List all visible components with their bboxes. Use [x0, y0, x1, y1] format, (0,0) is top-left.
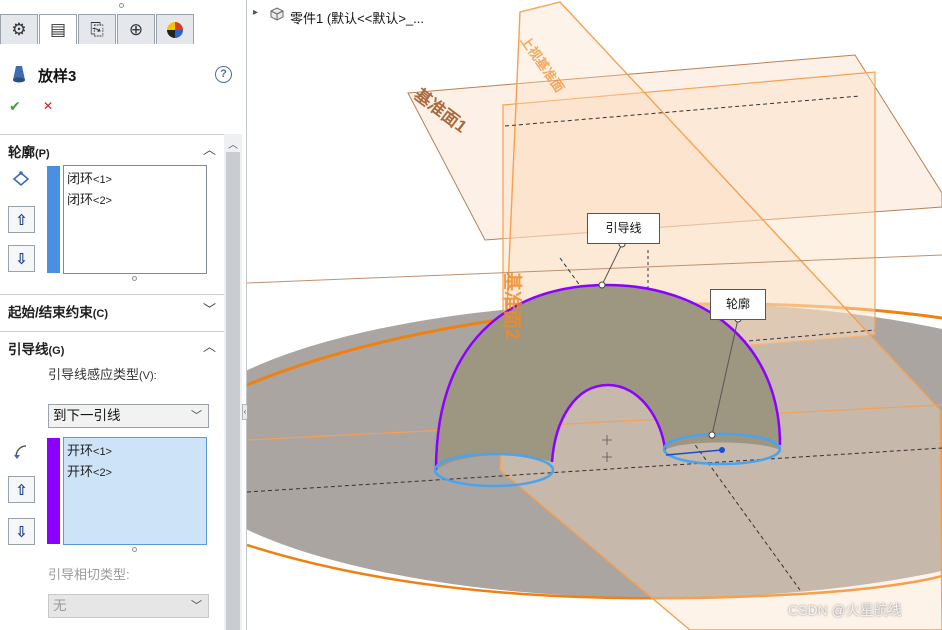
guide-tangency-label: 引导相切类型:: [48, 567, 130, 582]
chevron-down-icon: ﹀: [191, 600, 202, 612]
start-end-section-header[interactable]: 起始/结束约束(C) ﹀: [0, 294, 224, 322]
guide-selection-icon: [14, 445, 27, 459]
guide-move-down-button[interactable]: ⇩: [8, 518, 35, 545]
guide-item-name: 开环: [67, 443, 94, 458]
scroll-up-icon[interactable]: ︿: [228, 136, 238, 151]
tab-property-manager[interactable]: ▤: [39, 14, 77, 44]
profile-callout[interactable]: 轮廓: [710, 289, 766, 320]
profile-item-name: 闭环: [67, 192, 94, 207]
property-manager-icon: ▤: [49, 19, 67, 39]
profiles-hotkey: (P): [35, 148, 50, 160]
display-manager-icon: [167, 21, 183, 38]
guide-move-up-button[interactable]: ⇧: [8, 476, 35, 503]
model-scene: 基准面1 基准面2 上视基准面: [247, 1, 942, 630]
collapse-caret-icon[interactable]: ︿: [203, 139, 216, 158]
chevron-down-icon: ﹀: [191, 410, 202, 422]
panel-scrollbar[interactable]: ︿: [224, 134, 242, 630]
guides-title: 引导线: [8, 342, 49, 357]
guide-item-index: <2>: [93, 467, 112, 479]
feature-tree-icon: ⚙: [11, 19, 27, 39]
list-item[interactable]: 开环<1>: [67, 441, 203, 462]
arrow-down-icon: ⇩: [15, 523, 28, 541]
profiles-color-bar: [47, 166, 60, 273]
feature-title: 放样3: [38, 68, 77, 85]
start-end-hotkey: (C): [92, 308, 109, 320]
scrollbar-thumb[interactable]: [226, 152, 240, 630]
tab-dimxpert[interactable]: ⊕: [117, 14, 155, 44]
tab-configuration-manager[interactable]: ⎘: [78, 14, 116, 44]
profiles-title: 轮廓: [8, 145, 35, 160]
guide-item-index: <1>: [93, 446, 112, 458]
arrow-down-icon: ⇩: [15, 250, 28, 268]
property-manager-panel: ⚙ ▤ ⎘ ⊕ 放样3 ? ✔ ✕ 轮廓(P) ︿ 闭环<1> 闭环<2> ⇧ …: [0, 0, 247, 630]
list-resize-grip[interactable]: [132, 276, 137, 281]
tree-expand-arrow[interactable]: ▸: [253, 7, 258, 18]
graphics-viewport[interactable]: 基准面1 基准面2 上视基准面 ▸ 零件1 (默认<<默认>_... 引导线 轮…: [247, 0, 942, 630]
guides-color-bar: [47, 438, 60, 544]
profile-move-down-button[interactable]: ⇩: [8, 245, 35, 272]
start-end-title: 起始/结束约束: [8, 305, 93, 320]
watermark-text: CSDN @火星航线: [788, 602, 902, 618]
part-icon: [270, 7, 284, 21]
guide-callout[interactable]: 引导线: [587, 213, 660, 244]
guide-influence-label: 引导线感应类型(V):: [48, 367, 157, 382]
panel-grip-handle[interactable]: [119, 3, 124, 8]
help-button[interactable]: ?: [215, 66, 232, 83]
guide-item-name: 开环: [67, 464, 94, 479]
loft-feature-icon: [13, 66, 25, 83]
cancel-button[interactable]: ✕: [43, 99, 53, 113]
tab-feature-tree[interactable]: ⚙: [0, 14, 38, 44]
collapse-caret-icon[interactable]: ︿: [203, 336, 216, 355]
part-title[interactable]: 零件1 (默认<<默认>_...: [290, 8, 424, 27]
list-resize-grip[interactable]: [132, 547, 137, 552]
list-item[interactable]: 闭环<1>: [67, 169, 203, 190]
configuration-manager-icon: ⎘: [90, 19, 104, 39]
dimxpert-icon: ⊕: [128, 19, 144, 39]
list-item[interactable]: 闭环<2>: [67, 190, 203, 211]
profile-item-index: <2>: [93, 195, 112, 207]
guides-section-header[interactable]: 引导线(G) ︿: [0, 331, 224, 359]
profile-item-index: <1>: [93, 174, 112, 186]
guide-tangency-select[interactable]: 无 ﹀: [48, 594, 209, 618]
list-item[interactable]: 开环<2>: [67, 462, 203, 483]
profile-selection-icon: [12, 171, 30, 187]
profiles-list[interactable]: 闭环<1> 闭环<2>: [63, 165, 207, 274]
expand-caret-icon[interactable]: ﹀: [203, 299, 216, 318]
plane-2-label: 基准面2: [501, 271, 524, 340]
ok-button[interactable]: ✔: [9, 98, 21, 115]
guide-influence-select[interactable]: 到下一引线 ﹀: [48, 404, 209, 428]
profiles-section-header[interactable]: 轮廓(P) ︿: [0, 134, 224, 162]
guides-list[interactable]: 开环<1> 开环<2>: [63, 437, 207, 545]
arrow-up-icon: ⇧: [15, 481, 28, 499]
arrow-up-icon: ⇧: [15, 211, 28, 229]
manager-tabs: ⚙ ▤ ⎘ ⊕: [0, 14, 200, 46]
profile-move-up-button[interactable]: ⇧: [8, 206, 35, 233]
profile-item-name: 闭环: [67, 171, 94, 186]
tab-display-manager[interactable]: [156, 14, 194, 44]
guides-hotkey: (G): [48, 345, 65, 357]
